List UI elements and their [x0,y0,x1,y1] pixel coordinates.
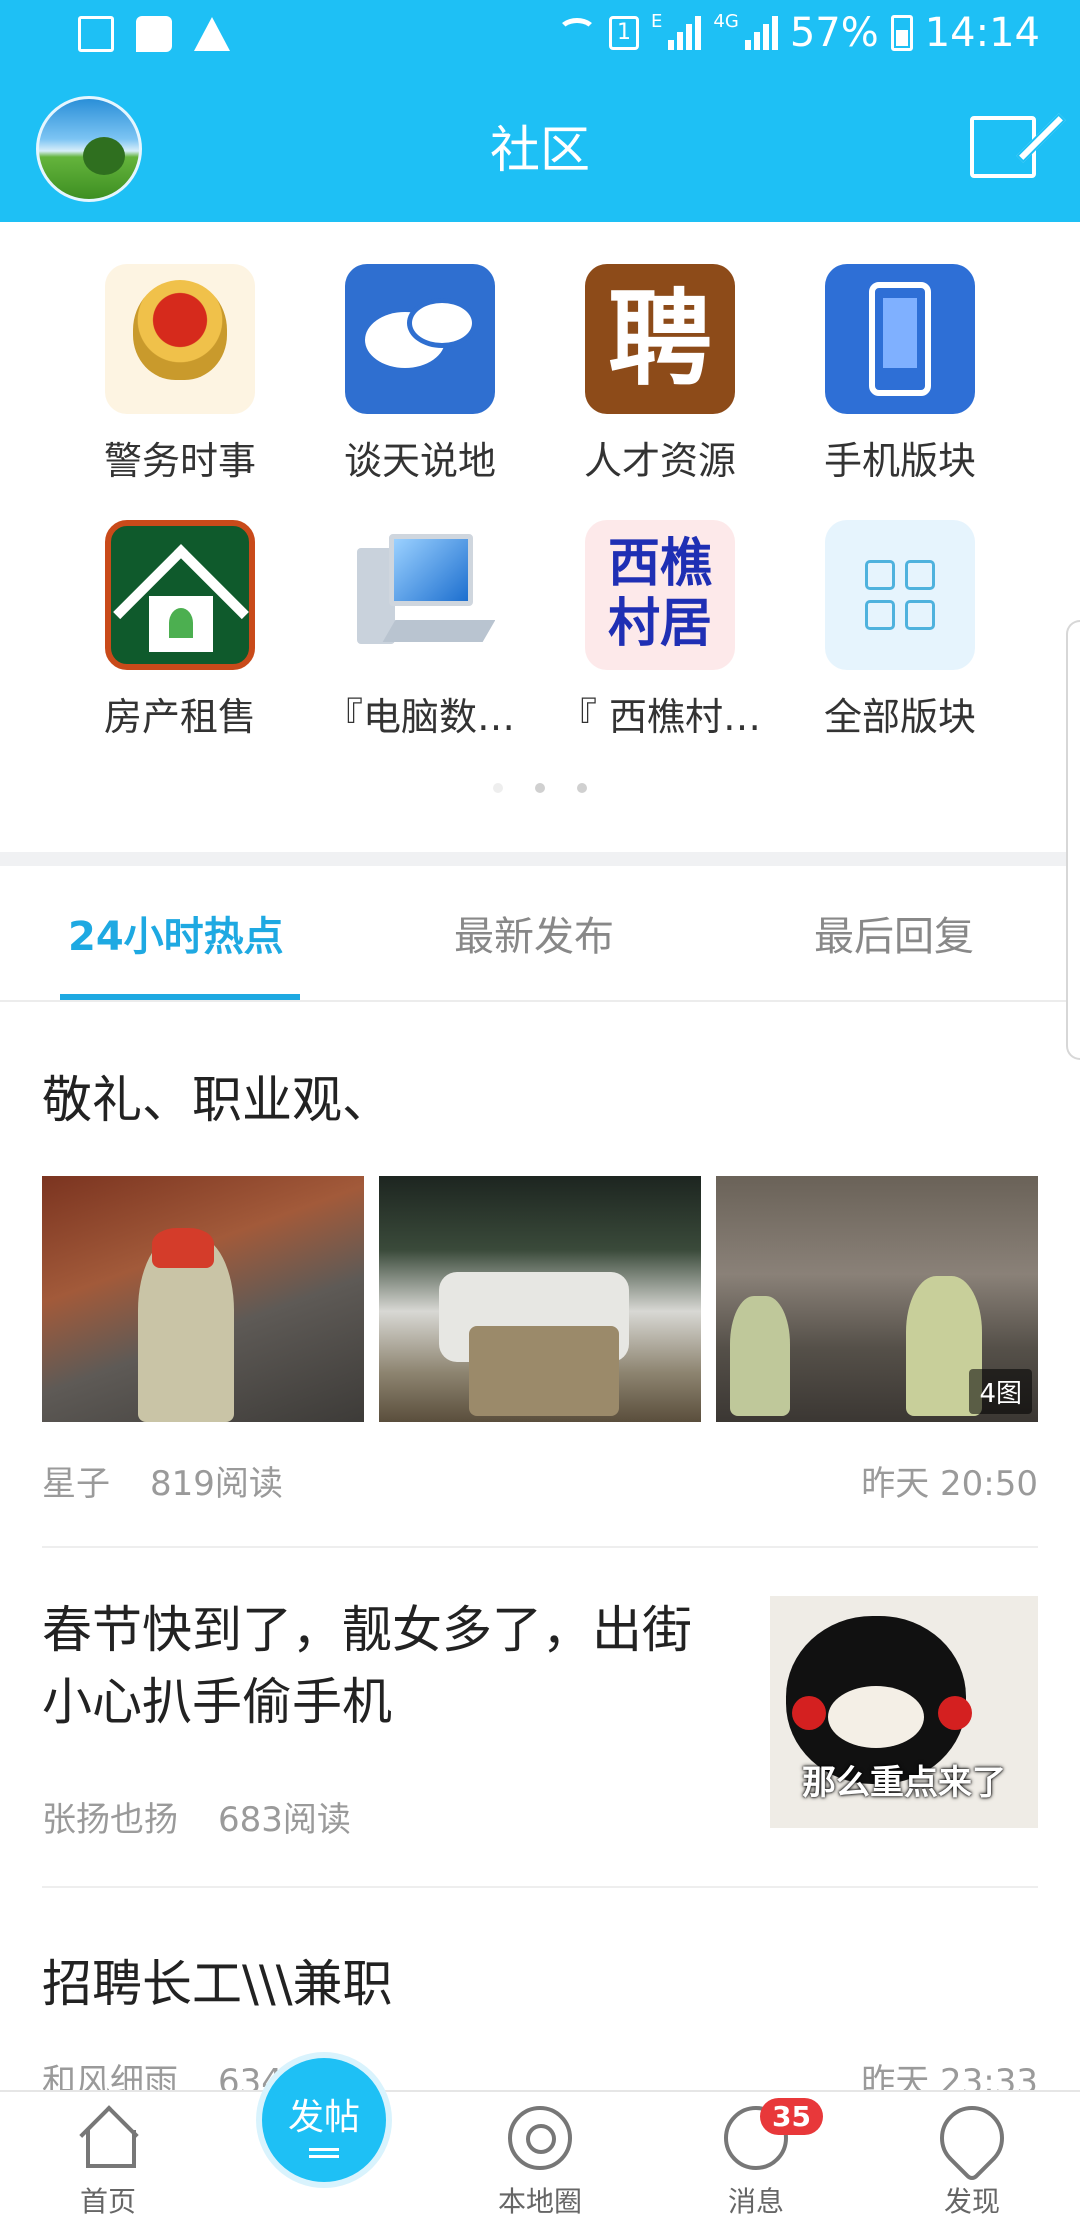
post-time: 昨天 20:50 [861,1464,1038,1504]
post-author[interactable]: 星子 [42,1464,110,1504]
bottom-nav: 首页 本地圈 35 消息 发现 [0,2090,1080,2220]
chat-bubbles-icon [345,264,495,414]
nav-discover[interactable]: 发现 [892,2092,1052,2220]
tab-24h-hot[interactable]: 24小时热点 [68,904,284,962]
nav-home[interactable]: 首页 [28,2106,188,2220]
messages-badge: 35 [760,2098,823,2135]
category-label: 人才资源 [583,439,736,483]
app-header: 社区 [0,72,1080,222]
tab-active-indicator [60,994,300,1000]
message-notification-icon [136,16,172,52]
post-image[interactable] [379,1176,701,1422]
nav-local-label: 本地圈 [497,2185,582,2218]
hire-icon: 聘 [585,264,735,414]
category-label: 手机版块 [823,439,976,483]
network-type-label: E [651,10,663,32]
home-icon [76,2106,140,2170]
category-real-estate[interactable]: 房产租售 [60,478,300,739]
police-badge-icon [105,264,255,414]
compose-icon[interactable] [970,116,1036,178]
clock: 14:14 [924,10,1040,56]
post-image-strip[interactable]: 4图 [42,1176,1038,1422]
nav-messages[interactable]: 35 消息 [676,2098,836,2220]
notification-icons [78,16,230,52]
nav-home-label: 首页 [79,2185,136,2218]
warning-icon [194,17,230,51]
xiqiao-icon: 西樵村居 [585,520,735,670]
category-label: 警务时事 [103,439,256,483]
section-separator [0,852,1080,866]
kumamon-muzzle [828,1686,924,1748]
phone-icon [825,264,975,414]
image-count-badge: 4图 [969,1369,1032,1414]
tab-last-reply[interactable]: 最后回复 [814,904,974,962]
image-notification-icon [78,16,114,52]
new-post-button[interactable]: 发帖 [256,2052,392,2188]
sim-indicator: 1 [609,16,640,50]
page-dot [535,783,545,793]
page-indicator [0,778,1080,797]
category-label: 房产租售 [103,695,256,739]
nav-discover-label: 发现 [943,2185,1000,2218]
new-post-label: 发帖 [287,2097,360,2138]
post-title[interactable]: 招聘长工\\\兼职 [42,1948,393,2020]
nav-local-circle[interactable]: 本地圈 [460,2106,620,2220]
post-reads: 683阅读 [218,1800,351,1840]
post-thumbnail[interactable]: 那么重点来了 [770,1596,1038,1828]
post-reads: 819阅读 [150,1464,283,1504]
category-police-news[interactable]: 警务时事 [60,222,300,483]
page-dot [493,783,503,793]
nav-messages-label: 消息 [727,2185,784,2218]
category-computer[interactable]: 『电脑数… [300,478,540,739]
local-circle-icon [508,2106,572,2170]
battery-percent: 57% [789,10,879,56]
category-phone[interactable]: 手机版块 [780,222,1020,483]
battery-icon [890,15,913,51]
network-4g-label: 4G [713,10,739,32]
house-icon [105,520,255,670]
system-status: 1 E 4G 57% 14:14 [557,10,1040,56]
page-dot [577,783,587,793]
divider [42,1546,1038,1548]
signal-icon [668,16,702,50]
post-meta: 张扬也扬 683阅读 [42,1792,351,1841]
category-all[interactable]: 全部版块 [780,478,1020,739]
computer-icon [345,520,495,670]
category-grid: 警务时事 谈天说地 聘 人才资源 手机版块 房产租售 『电脑数… 西樵村居 『 … [0,222,1080,852]
post-image[interactable]: 4图 [716,1176,1038,1422]
post-image[interactable] [42,1176,364,1422]
category-label: 全部版块 [823,695,976,739]
status-bar: 1 E 4G 57% 14:14 [0,0,1080,72]
post-title[interactable]: 敬礼、职业观、 [42,1064,392,1136]
image-caption: 那么重点来了 [802,1763,1006,1803]
category-chat[interactable]: 谈天说地 [300,222,540,483]
post-author[interactable]: 张扬也扬 [42,1800,178,1840]
rocket-icon [926,2092,1018,2184]
page-title: 社区 [490,121,590,179]
tab-latest[interactable]: 最新发布 [454,904,614,962]
category-label: 『 西樵村… [558,695,762,739]
feed-tabs: 24小时热点 最新发布 最后回复 [0,866,1080,1002]
grid-icon [825,520,975,670]
category-label: 『电脑数… [324,695,515,739]
category-talent[interactable]: 聘 人才资源 [540,222,780,483]
divider [42,1886,1038,1888]
xiqiao-icon-text: 西樵村居 [607,534,712,654]
signal-icon-2 [744,16,778,50]
category-xiqiao[interactable]: 西樵村居 『 西樵村… [540,478,780,739]
kumamon-cheek [792,1696,826,1730]
kumamon-cheek [938,1696,972,1730]
post-meta: 星子 819阅读 [42,1456,283,1505]
menu-lines-icon [309,2148,339,2158]
category-label: 谈天说地 [343,439,496,483]
edge-panel-handle[interactable] [1066,620,1080,1060]
wifi-icon [557,18,598,48]
post-title[interactable]: 春节快到了，靓女多了，出街小心扒手偷手机 [42,1594,722,1738]
